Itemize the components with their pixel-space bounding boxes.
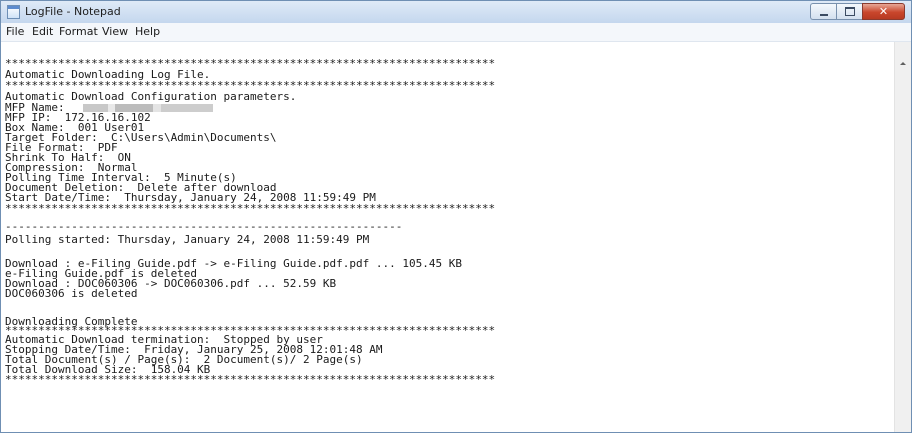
menu-view[interactable]: View — [102, 25, 128, 38]
log-line: ----------------------------------------… — [5, 220, 403, 233]
log-line: DOC060306 is deleted — [5, 287, 138, 300]
minimize-button[interactable] — [810, 3, 836, 20]
minimize-icon — [819, 13, 828, 16]
notepad-window: LogFile - Notepad ✕ File Edit Format Vie… — [0, 0, 912, 433]
menu-bar: File Edit Format View Help — [1, 23, 911, 42]
vertical-scrollbar[interactable] — [894, 42, 911, 432]
title-bar[interactable]: LogFile - Notepad ✕ — [1, 1, 911, 23]
menu-help[interactable]: Help — [135, 25, 160, 38]
menu-format[interactable]: Format — [59, 25, 98, 38]
caption-buttons: ✕ — [810, 3, 905, 20]
window-title: LogFile - Notepad — [25, 5, 121, 18]
close-icon: ✕ — [878, 5, 889, 18]
log-line: Polling started: Thursday, January 24, 2… — [5, 233, 370, 246]
close-button[interactable]: ✕ — [862, 3, 905, 20]
menu-file[interactable]: File — [6, 25, 24, 38]
text-editor-area[interactable]: ****************************************… — [1, 42, 894, 432]
log-line: ****************************************… — [5, 373, 496, 386]
notepad-icon[interactable] — [7, 5, 20, 19]
maximize-icon — [844, 7, 855, 16]
scroll-up-arrow-icon[interactable] — [900, 62, 906, 65]
maximize-button[interactable] — [836, 3, 862, 20]
menu-edit[interactable]: Edit — [32, 25, 53, 38]
log-line: ****************************************… — [5, 202, 496, 215]
